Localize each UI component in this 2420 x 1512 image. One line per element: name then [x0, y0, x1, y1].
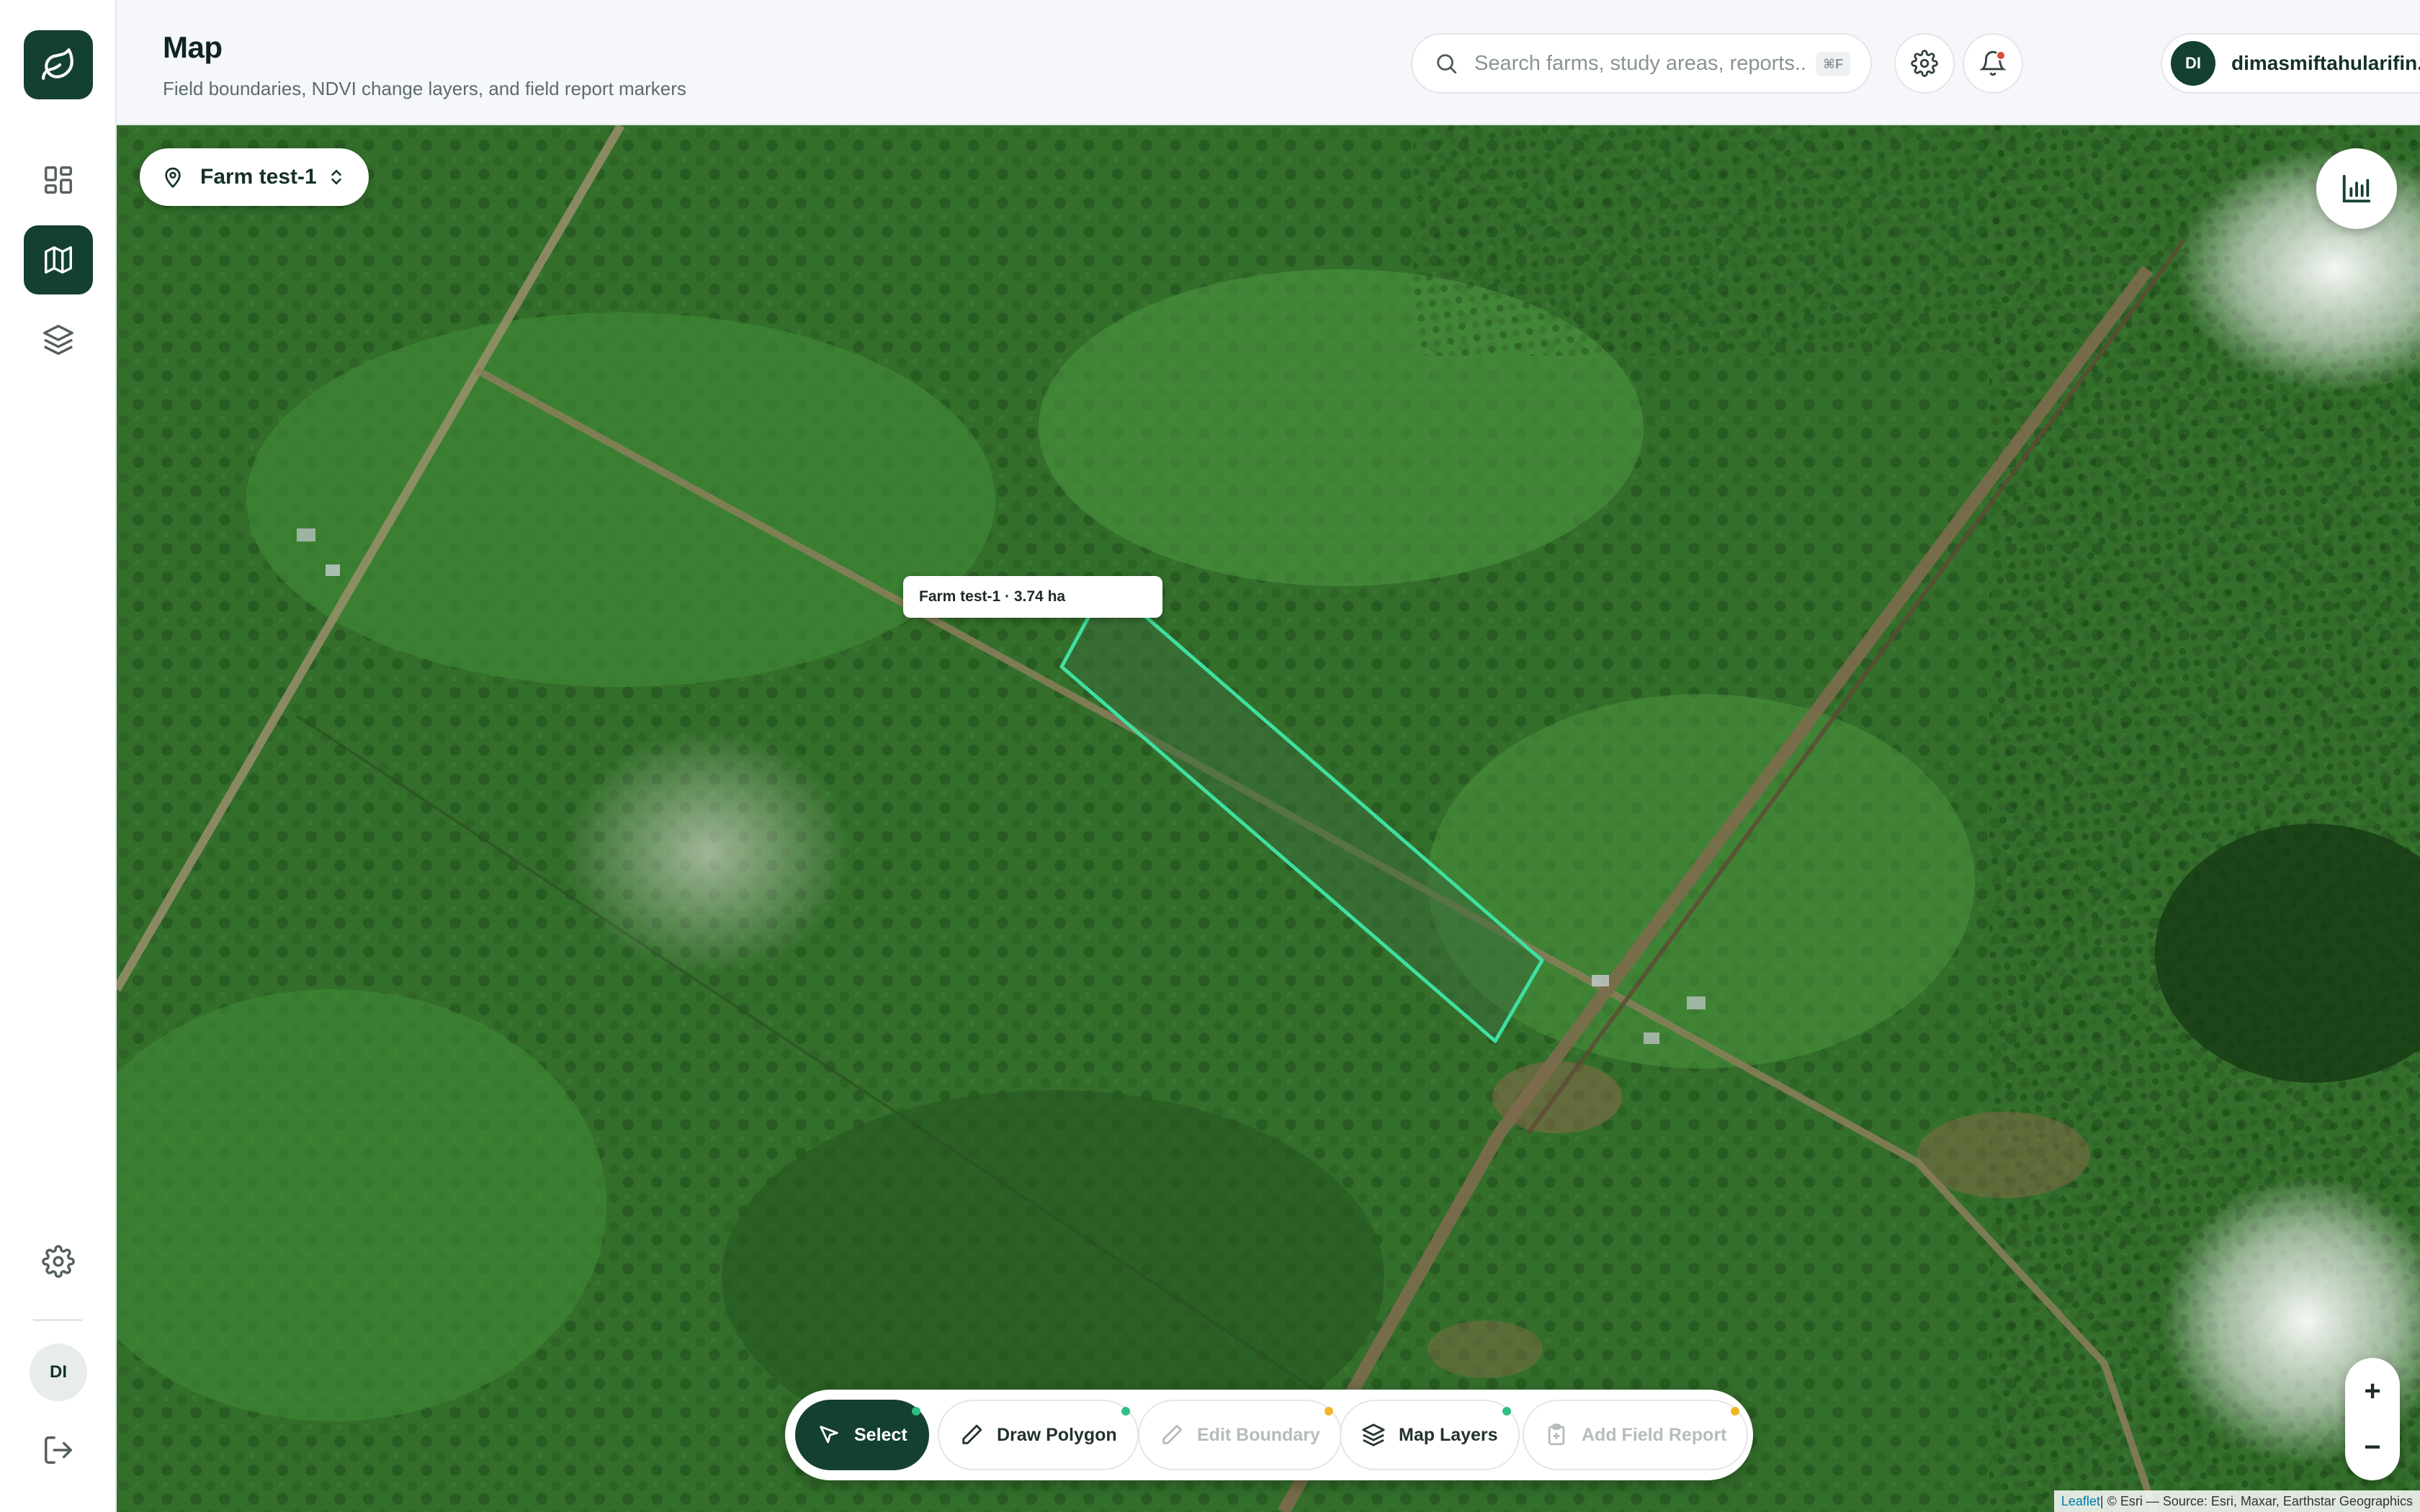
zoom-controls: + −: [2345, 1358, 2400, 1480]
app-logo[interactable]: [24, 30, 93, 99]
layers-icon: [1362, 1423, 1385, 1446]
map-pin-icon: [165, 167, 181, 189]
zoom-out-button[interactable]: −: [2345, 1418, 2400, 1476]
map-layers-button[interactable]: Map Layers: [1340, 1400, 1520, 1470]
clipboard-icon: [1548, 1423, 1565, 1446]
status-dot: [1731, 1407, 1740, 1416]
leaflet-link[interactable]: Leaflet: [2061, 1494, 2100, 1509]
notifications-button[interactable]: [1963, 33, 2023, 94]
search-input[interactable]: [1474, 51, 1806, 76]
status-dot: [1502, 1407, 1511, 1416]
page-header: Map Field boundaries, NDVI change layers…: [117, 0, 2420, 125]
gear-icon: [1911, 50, 1938, 77]
sidebar-settings-button[interactable]: [24, 1227, 93, 1296]
bar-chart-icon: [2342, 174, 2371, 203]
sidebar: DI: [0, 0, 117, 1512]
status-dot: [1324, 1407, 1333, 1416]
sidebar-item-layers[interactable]: [24, 305, 93, 374]
edit-boundary-button[interactable]: Edit Boundary: [1138, 1400, 1342, 1470]
avatar: DI: [2171, 41, 2215, 86]
search-shortcut-badge: ⌘F: [1816, 52, 1850, 76]
satellite-basemap[interactable]: [117, 125, 2420, 1512]
status-dot: [1121, 1407, 1130, 1416]
zoom-in-button[interactable]: +: [2345, 1362, 2400, 1420]
logout-button[interactable]: [24, 1416, 93, 1485]
select-tool-label: Select: [854, 1424, 908, 1445]
status-dot: [911, 1407, 920, 1416]
edit-boundary-label: Edit Boundary: [1197, 1424, 1320, 1445]
add-field-report-label: Add Field Report: [1582, 1424, 1727, 1445]
pencil-icon: [1162, 1424, 1183, 1444]
draw-polygon-button[interactable]: Draw Polygon: [938, 1400, 1139, 1470]
app-root: DI Map Field boundaries, NDVI change lay…: [0, 0, 2420, 1512]
logout-icon: [45, 1436, 72, 1464]
settings-button[interactable]: [1894, 33, 1955, 94]
map-layers-label: Map Layers: [1399, 1424, 1498, 1445]
leaf-icon: [42, 48, 73, 80]
layers-icon: [43, 325, 73, 355]
notification-dot: [1996, 50, 2006, 60]
analytics-button[interactable]: [2316, 148, 2397, 229]
map-toolbar: Select Draw Polygon Edit Boundary Map La…: [785, 1390, 1753, 1480]
page-title: Map: [163, 30, 223, 64]
sidebar-user-avatar[interactable]: DI: [30, 1344, 87, 1401]
farm-selector[interactable]: Farm test-1: [140, 148, 369, 206]
page-subtitle: Field boundaries, NDVI change layers, an…: [163, 78, 686, 99]
attribution-text: | © Esri — Source: Esri, Maxar, Earthsta…: [2099, 1493, 2413, 1508]
chevron-up-down-icon: [331, 169, 341, 185]
sidebar-divider: [33, 1319, 82, 1321]
map-attribution: Leaflet | © Esri — Source: Esri, Maxar, …: [2053, 1490, 2420, 1512]
user-menu[interactable]: DI dimasmiftahularifin...: [2161, 33, 2420, 94]
map-icon: [45, 246, 72, 274]
select-tool-button[interactable]: Select: [795, 1400, 929, 1470]
map-view[interactable]: Farm test-1 Farm test-1 · 3.74 ha Select: [117, 125, 2420, 1512]
boundary-label-tooltip: Farm test-1 · 3.74 ha: [903, 576, 1162, 618]
sidebar-item-dashboard[interactable]: [24, 145, 93, 215]
cursor-icon: [820, 1426, 838, 1444]
gear-icon: [42, 1245, 75, 1278]
add-field-report-button[interactable]: Add Field Report: [1523, 1400, 1749, 1470]
grid-icon: [45, 166, 72, 194]
search-icon: [1437, 54, 1457, 74]
draw-polygon-label: Draw Polygon: [997, 1424, 1117, 1445]
farm-selector-label: Farm test-1: [200, 165, 317, 189]
pencil-icon: [962, 1424, 982, 1444]
search-box[interactable]: ⌘F: [1411, 33, 1872, 94]
user-name: dimasmiftahularifin...: [2231, 52, 2420, 74]
sidebar-item-map[interactable]: [24, 225, 93, 294]
